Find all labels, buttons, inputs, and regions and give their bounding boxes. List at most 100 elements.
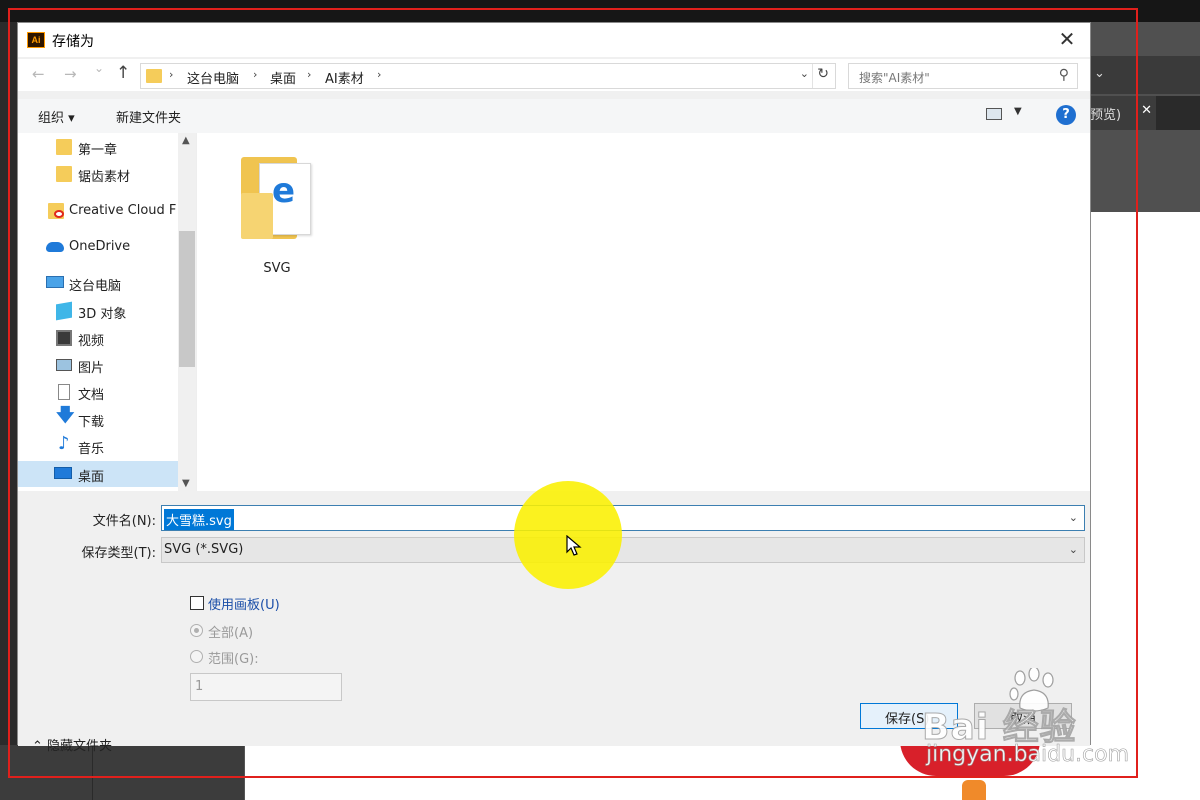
filename-field[interactable]: 大雪糕.svg ⌄ bbox=[161, 505, 1085, 531]
chevron-up-icon: ⌃ bbox=[32, 739, 48, 754]
refresh-icon[interactable]: ↻ bbox=[817, 66, 829, 82]
tab-bar-fill bbox=[1156, 96, 1200, 130]
filetype-label: 保存类型(T): bbox=[81, 546, 156, 561]
sidebar-item-chapter-1[interactable]: 第一章 bbox=[18, 134, 178, 160]
scrollbar-thumb[interactable] bbox=[179, 231, 195, 367]
sidebar-item-this-pc[interactable]: 这台电脑 bbox=[18, 270, 178, 296]
organize-button[interactable]: 组织 ▾ bbox=[38, 107, 75, 126]
chevron-down-icon[interactable]: ⌄ bbox=[800, 67, 809, 80]
pictures-icon bbox=[56, 359, 72, 371]
cancel-button[interactable]: 取消 bbox=[974, 703, 1072, 729]
sidebar-item-label: 下载 bbox=[78, 415, 105, 430]
hide-folders-button[interactable]: ⌃ 隐藏文件夹 bbox=[32, 735, 112, 754]
edge-logo-icon: e bbox=[272, 171, 296, 211]
close-button[interactable]: ✕ bbox=[1052, 27, 1082, 53]
sidebar-item-label: 这台电脑 bbox=[69, 279, 122, 294]
sidebar-item-music[interactable]: ♪ 音乐 bbox=[18, 433, 178, 459]
sidebar-item-videos[interactable]: 视频 bbox=[18, 325, 178, 351]
search-input[interactable]: 搜索"AI素材" ⚲ bbox=[848, 63, 1078, 89]
help-icon[interactable]: ? bbox=[1056, 105, 1076, 125]
range-value: 1 bbox=[195, 679, 204, 694]
save-button[interactable]: 保存(S) bbox=[860, 703, 958, 729]
chevron-right-icon: › bbox=[169, 68, 174, 81]
new-folder-button[interactable]: 新建文件夹 bbox=[116, 107, 181, 126]
folder-icon bbox=[56, 166, 72, 182]
filetype-value: SVG (*.SVG) bbox=[164, 542, 244, 557]
sidebar-item-creative-cloud[interactable]: Creative Cloud F bbox=[18, 198, 178, 224]
music-icon: ♪ bbox=[58, 433, 70, 454]
sidebar-item-label: 桌面 bbox=[78, 470, 105, 485]
sidebar-item-downloads[interactable]: 🡇 下载 bbox=[18, 406, 178, 432]
sidebar-item-sawtooth[interactable]: 锯齿素材 bbox=[18, 161, 178, 187]
creative-cloud-icon bbox=[48, 203, 64, 219]
filename-value: 大雪糕.svg bbox=[164, 509, 234, 530]
folder-front bbox=[241, 193, 273, 239]
desktop-icon bbox=[54, 467, 72, 479]
sidebar-item-label: 音乐 bbox=[78, 442, 105, 457]
app-document-tab[interactable]: 预览) ✕ bbox=[1088, 96, 1200, 130]
sidebar-item-label: 锯齿素材 bbox=[78, 170, 131, 185]
chevron-down-icon[interactable]: ▼ bbox=[1014, 106, 1022, 117]
up-button[interactable]: ↑ bbox=[116, 63, 130, 83]
chevron-down-icon[interactable]: ⌄ bbox=[1069, 543, 1078, 556]
filetype-select[interactable]: SVG (*.SVG) ⌄ bbox=[161, 537, 1085, 563]
sidebar-item-label: 图片 bbox=[78, 361, 105, 376]
sidebar-item-desktop[interactable]: 桌面 bbox=[18, 461, 178, 487]
breadcrumb-desktop[interactable]: 桌面 bbox=[270, 68, 296, 87]
onedrive-icon bbox=[46, 242, 64, 252]
hide-folders-label: 隐藏文件夹 bbox=[47, 739, 113, 754]
artwork-shape bbox=[962, 780, 986, 800]
sidebar-item-label: 3D 对象 bbox=[78, 307, 127, 322]
file-item-svg-folder[interactable]: e SVG bbox=[237, 149, 327, 279]
all-radio-label: 全部(A) bbox=[208, 626, 254, 641]
dialog-title: 存储为 bbox=[52, 34, 94, 50]
video-icon bbox=[56, 330, 72, 346]
range-radio[interactable] bbox=[190, 650, 203, 663]
sidebar-item-pictures[interactable]: 图片 bbox=[18, 352, 178, 378]
navigation-pane: 第一章 锯齿素材 Creative Cloud F OneDrive 这台电脑 … bbox=[18, 133, 196, 491]
chevron-down-icon[interactable]: ⌄ bbox=[1094, 66, 1105, 81]
breadcrumb-this-pc[interactable]: 这台电脑 bbox=[187, 68, 239, 87]
folder-icon bbox=[146, 69, 162, 83]
use-artboards-checkbox[interactable] bbox=[190, 596, 204, 610]
chevron-down-icon[interactable]: ▼ bbox=[182, 478, 190, 489]
all-radio[interactable] bbox=[190, 624, 203, 637]
breadcrumb-ai-assets[interactable]: AI素材 bbox=[325, 68, 364, 87]
back-button[interactable]: ← bbox=[32, 65, 45, 83]
file-list: e SVG bbox=[196, 133, 1090, 491]
illustrator-icon: Ai bbox=[27, 32, 45, 48]
dialog-titlebar: Ai 存储为 ✕ bbox=[18, 23, 1090, 57]
sidebar-scrollbar[interactable]: ▲ ▼ bbox=[178, 133, 196, 491]
app-left-strip bbox=[0, 22, 18, 745]
chevron-up-icon[interactable]: ▲ bbox=[182, 135, 190, 146]
app-top-strip bbox=[0, 0, 1200, 22]
sidebar-item-label: Creative Cloud F bbox=[69, 203, 177, 218]
file-item-label: SVG bbox=[263, 261, 291, 276]
download-icon: 🡇 bbox=[56, 405, 75, 426]
sidebar-item-label: 视频 bbox=[78, 334, 105, 349]
save-as-dialog: Ai 存储为 ✕ ← → ⌄ ↑ › 这台电脑 › 桌面 › AI素材 › ⌄ … bbox=[17, 22, 1091, 754]
address-bar[interactable]: › 这台电脑 › 桌面 › AI素材 › ⌄ ↻ bbox=[140, 63, 836, 89]
sidebar-item-documents[interactable]: 文档 bbox=[18, 379, 178, 405]
use-artboards-label[interactable]: 使用画板(U) bbox=[208, 594, 280, 613]
sidebar-item-label: OneDrive bbox=[69, 239, 131, 254]
sidebar-item-3d-objects[interactable]: 3D 对象 bbox=[18, 298, 178, 324]
app-canvas bbox=[1088, 212, 1200, 800]
forward-button[interactable]: → bbox=[64, 65, 77, 83]
app-right-toolbar: ⌄ bbox=[1088, 56, 1200, 94]
chevron-down-icon[interactable]: ⌄ bbox=[1069, 511, 1078, 524]
recent-locations-button[interactable]: ⌄ bbox=[94, 61, 104, 75]
navigation-bar: ← → ⌄ ↑ › 这台电脑 › 桌面 › AI素材 › ⌄ ↻ 搜索"AI素材… bbox=[18, 59, 1090, 91]
tab-label: 预览) bbox=[1090, 108, 1122, 123]
tab-close-icon[interactable]: ✕ bbox=[1141, 103, 1152, 118]
computer-icon bbox=[46, 276, 64, 288]
chevron-right-icon: › bbox=[307, 68, 312, 81]
address-divider bbox=[812, 64, 813, 88]
filename-label: 文件名(N): bbox=[92, 514, 156, 529]
range-input[interactable]: 1 bbox=[190, 673, 342, 701]
range-radio-label: 范围(G): bbox=[208, 652, 259, 667]
chevron-right-icon: › bbox=[377, 68, 382, 81]
view-icon[interactable] bbox=[986, 108, 1002, 120]
sidebar-item-label: 第一章 bbox=[78, 143, 118, 158]
sidebar-item-onedrive[interactable]: OneDrive bbox=[18, 234, 178, 260]
